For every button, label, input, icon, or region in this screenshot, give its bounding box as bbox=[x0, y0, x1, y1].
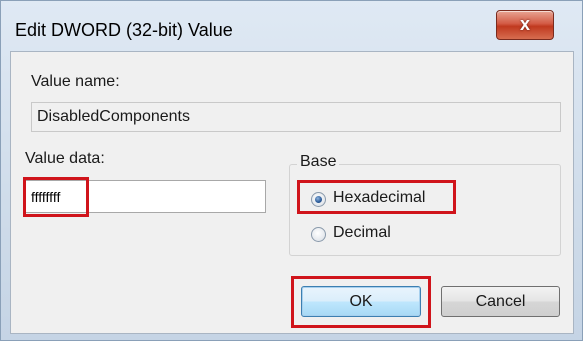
value-name-field: DisabledComponents bbox=[31, 102, 561, 132]
radio-unchecked-icon[interactable] bbox=[311, 227, 326, 242]
hexadecimal-highlight bbox=[297, 180, 456, 214]
dialog-client-area: Value name: DisabledComponents Value dat… bbox=[10, 51, 574, 334]
close-button[interactable]: x bbox=[496, 10, 554, 40]
close-icon: x bbox=[519, 14, 530, 34]
value-data-label: Value data: bbox=[25, 150, 105, 167]
ok-highlight bbox=[291, 276, 431, 328]
base-legend: Base bbox=[297, 153, 340, 171]
value-name-label: Value name: bbox=[31, 73, 120, 90]
value-data-highlight bbox=[23, 177, 89, 217]
cancel-button[interactable]: Cancel bbox=[441, 286, 560, 317]
edit-dword-dialog: Edit DWORD (32-bit) Value x Value name: … bbox=[0, 0, 583, 341]
value-name-text: DisabledComponents bbox=[37, 108, 190, 125]
window-title: Edit DWORD (32-bit) Value bbox=[15, 20, 233, 40]
decimal-option-label[interactable]: Decimal bbox=[333, 224, 391, 242]
title-bar[interactable]: Edit DWORD (32-bit) Value x bbox=[1, 1, 583, 51]
